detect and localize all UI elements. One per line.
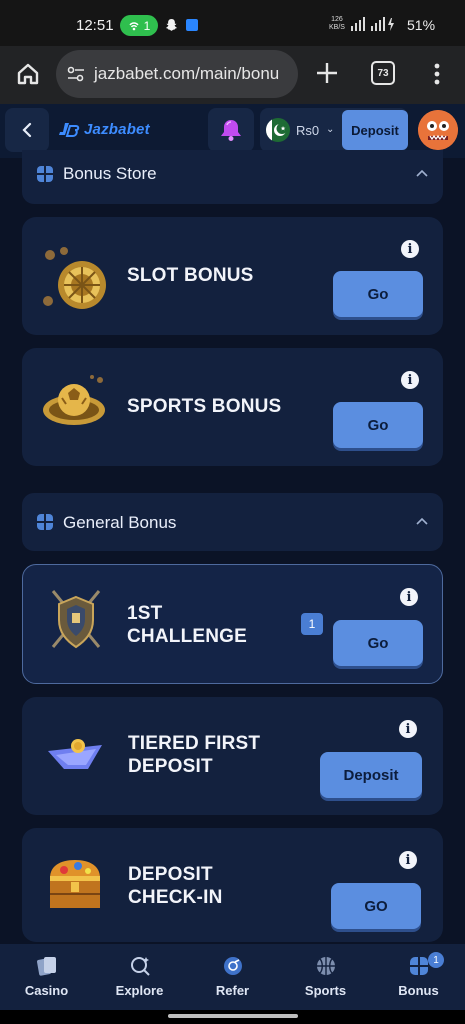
nav-refer[interactable]: Refer bbox=[186, 952, 279, 1006]
battery-level: 51% bbox=[407, 17, 436, 33]
gift-icon bbox=[409, 957, 428, 975]
card-title-line1: DEPOSIT bbox=[128, 864, 213, 885]
nav-bonus[interactable]: 1 Bonus bbox=[372, 952, 465, 1006]
info-icon[interactable]: i bbox=[401, 371, 419, 389]
tiered-first-deposit-card[interactable]: TIERED FIRST DEPOSIT i Deposit bbox=[22, 697, 443, 815]
bonus-badge: 1 bbox=[428, 952, 444, 968]
card-title-line2: CHALLENGE bbox=[127, 626, 248, 647]
avatar[interactable] bbox=[418, 110, 458, 150]
treasure-chest-icon bbox=[50, 860, 100, 908]
chevron-up-icon[interactable] bbox=[415, 167, 429, 181]
network-speed-value: 126 bbox=[331, 16, 343, 23]
gift-icon bbox=[37, 514, 53, 530]
new-tab-icon[interactable] bbox=[313, 59, 341, 87]
status-time: 12:51 bbox=[76, 17, 114, 34]
card-title-line2: DEPOSIT bbox=[128, 756, 213, 777]
first-challenge-go-button[interactable]: Go bbox=[333, 620, 423, 666]
sports-bonus-card[interactable]: SPORTS BONUS i Go bbox=[22, 348, 443, 466]
site-settings-icon[interactable] bbox=[66, 64, 86, 84]
challenge-count-badge: 1 bbox=[301, 613, 323, 635]
hotspot-indicator: 1 bbox=[120, 15, 158, 36]
section-title: Bonus Store bbox=[63, 164, 157, 183]
tiered-deposit-icon bbox=[48, 739, 102, 769]
deposit-button[interactable]: Deposit bbox=[342, 110, 408, 150]
sports-bonus-go-button[interactable]: Go bbox=[333, 402, 423, 448]
tiered-first-deposit-button[interactable]: Deposit bbox=[320, 752, 422, 798]
nav-label: Casino bbox=[24, 983, 69, 998]
wallet-balance[interactable]: Rs0 ⌄ Deposit bbox=[260, 108, 408, 152]
hotspot-icon bbox=[129, 21, 139, 30]
info-icon[interactable]: i bbox=[400, 588, 418, 606]
hotspot-count: 1 bbox=[143, 18, 151, 33]
nav-label: Refer bbox=[215, 983, 250, 998]
nav-explore[interactable]: Explore bbox=[93, 952, 186, 1006]
card-title: SLOT BONUS bbox=[127, 265, 254, 286]
notifications-button[interactable] bbox=[208, 108, 254, 152]
network-speed-unit: KB/S bbox=[329, 24, 345, 31]
bottom-navigation: Casino Explore Refer Sports 1 Bonus bbox=[0, 944, 465, 1010]
browser-toolbar: jazbabet.com/main/bonu 73 bbox=[0, 46, 465, 104]
basketball-icon bbox=[316, 957, 335, 975]
card-title-line1: 1ST bbox=[127, 603, 163, 624]
brand-name: Jazbabet bbox=[84, 121, 150, 138]
info-icon[interactable]: i bbox=[401, 240, 419, 258]
cards-icon bbox=[36, 957, 56, 976]
balance-amount: Rs0 bbox=[296, 123, 320, 138]
signal-icon bbox=[351, 17, 394, 31]
slot-bonus-card[interactable]: SLOT BONUS i Go bbox=[22, 217, 443, 335]
bell-icon bbox=[221, 120, 241, 141]
pakistan-flag-icon bbox=[266, 118, 290, 142]
deposit-check-in-go-button[interactable]: GO bbox=[331, 883, 421, 929]
url-text[interactable]: jazbabet.com/main/bonu bbox=[94, 64, 279, 84]
slot-coin-icon bbox=[43, 247, 106, 309]
gesture-handle[interactable] bbox=[168, 1014, 298, 1018]
home-icon[interactable] bbox=[14, 60, 42, 88]
notification-app-icon bbox=[186, 19, 198, 31]
snapchat-icon bbox=[165, 19, 178, 31]
network-speed: 126 KB/S bbox=[329, 16, 345, 32]
monster-avatar-icon bbox=[418, 110, 458, 150]
shield-swords-icon bbox=[51, 590, 101, 649]
chevron-down-icon[interactable]: ⌄ bbox=[326, 124, 334, 135]
bonus-store-header[interactable]: Bonus Store bbox=[22, 150, 443, 204]
brand-logo-mark-icon bbox=[59, 122, 80, 137]
general-bonus-header[interactable]: General Bonus bbox=[22, 493, 443, 551]
section-title: General Bonus bbox=[63, 513, 177, 532]
url-bar[interactable]: jazbabet.com/main/bonu bbox=[56, 50, 298, 98]
more-menu-icon[interactable] bbox=[427, 60, 447, 88]
info-icon[interactable]: i bbox=[399, 851, 417, 869]
gesture-navigation-bar bbox=[0, 1010, 465, 1024]
tab-switcher-button[interactable]: 73 bbox=[371, 61, 395, 85]
first-challenge-card[interactable]: 1ST CHALLENGE i 1 Go bbox=[22, 564, 443, 684]
chevron-left-icon bbox=[22, 122, 32, 138]
card-title: SPORTS BONUS bbox=[127, 396, 282, 417]
explore-icon bbox=[130, 957, 150, 976]
nav-label: Sports bbox=[304, 983, 347, 998]
slot-bonus-go-button[interactable]: Go bbox=[333, 271, 423, 317]
nav-sports[interactable]: Sports bbox=[279, 952, 372, 1006]
card-title-line1: TIERED FIRST bbox=[128, 733, 261, 754]
nav-label: Bonus bbox=[398, 983, 439, 998]
back-button[interactable] bbox=[5, 108, 49, 152]
status-bar: 12:51 1 126 KB/S 51% bbox=[0, 0, 465, 46]
sports-ball-icon bbox=[43, 375, 105, 425]
nav-casino[interactable]: Casino bbox=[0, 952, 93, 1006]
nav-label: Explore bbox=[115, 983, 164, 998]
gift-icon bbox=[37, 166, 53, 182]
chevron-up-icon[interactable] bbox=[415, 515, 429, 529]
refer-icon bbox=[223, 957, 242, 975]
info-icon[interactable]: i bbox=[399, 720, 417, 738]
brand-logo[interactable]: Jazbabet bbox=[58, 121, 150, 138]
deposit-check-in-card[interactable]: DEPOSIT CHECK-IN i GO bbox=[22, 828, 443, 942]
card-title-line2: CHECK-IN bbox=[128, 887, 223, 908]
